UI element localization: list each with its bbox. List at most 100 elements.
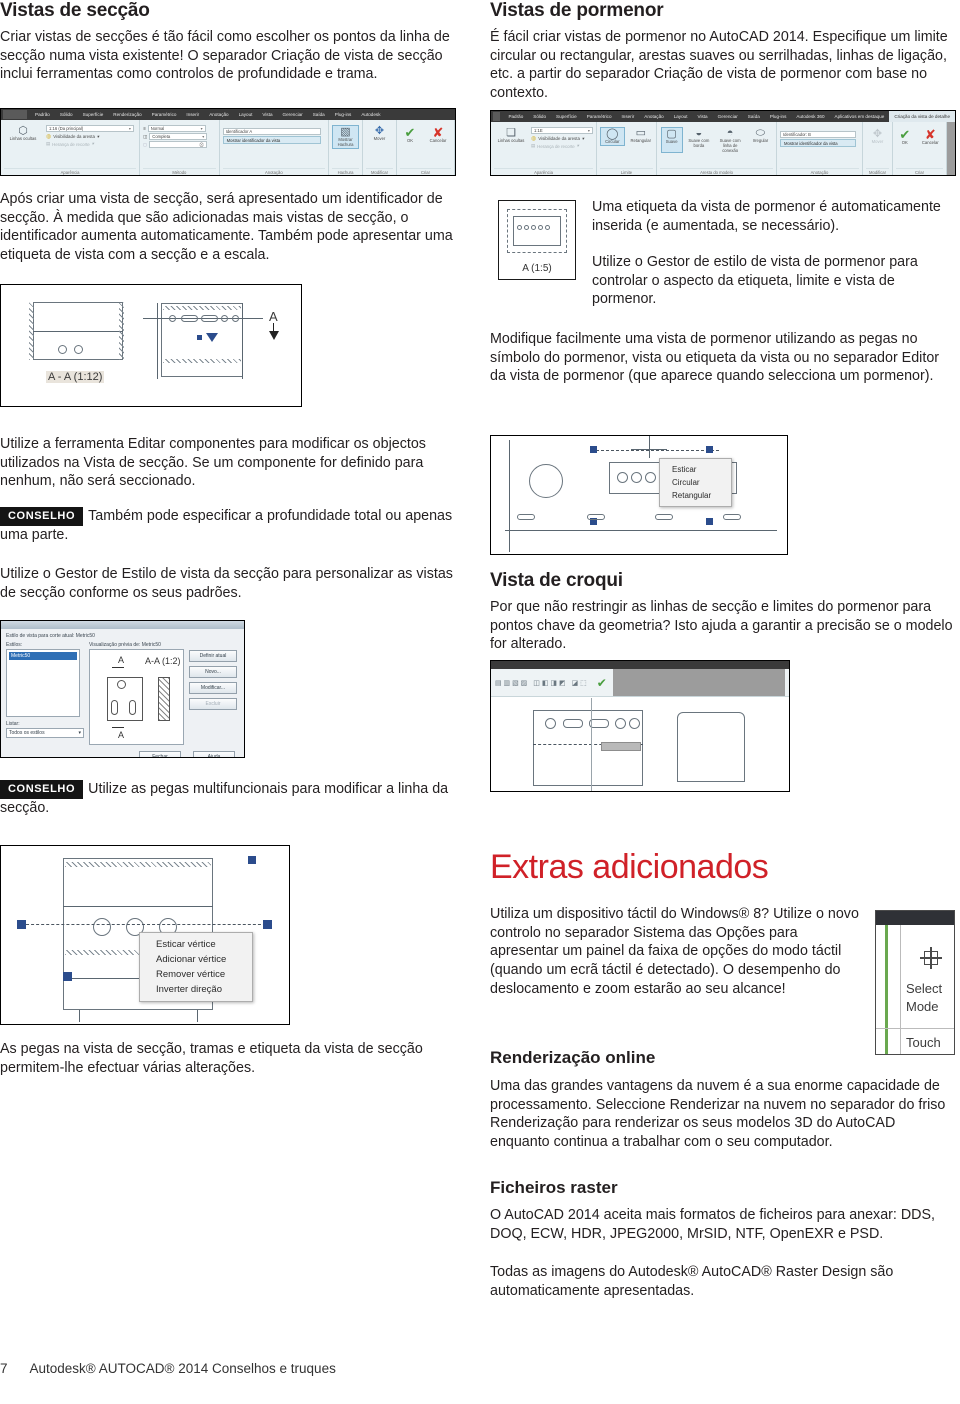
- detail-grip-1[interactable]: [590, 446, 597, 453]
- sketch-cad-area: [491, 698, 789, 791]
- ribbon-tab-3[interactable]: Renderização: [108, 112, 146, 117]
- list-filter-combo[interactable]: Todos os estilos ▾: [6, 728, 84, 738]
- context-menu-item-stretch-vertex[interactable]: Esticar vértice: [140, 937, 252, 952]
- ribbon-tab-4[interactable]: Paramétrico: [147, 112, 182, 117]
- detail-ribbon-tab-0[interactable]: Padrão: [503, 114, 528, 119]
- grip-top[interactable]: [248, 856, 256, 864]
- sketch-ribbon-icons-dimensional: ◫ ◧ ◨ ◩: [533, 679, 566, 687]
- new-button[interactable]: Novo...: [189, 666, 237, 678]
- ribbon-tab-5[interactable]: Inserir: [181, 112, 204, 117]
- section-letter-label: A: [269, 309, 278, 324]
- scale-combo[interactable]: 1:16 (Da principal) ▾: [46, 125, 134, 132]
- detail-ribbon-tab-6[interactable]: Layout: [669, 114, 693, 119]
- detail-ribbon-tab-8[interactable]: Gerenciar: [713, 114, 743, 119]
- detail-show-view-identifier-toggle[interactable]: Mostrar identificador da vista: [780, 139, 856, 147]
- ribbon-tab-11[interactable]: Plug-ins: [330, 112, 357, 117]
- detail-ribbon-tab-1[interactable]: Sólido: [528, 114, 551, 119]
- chevron-down-icon-d1: ▾: [587, 128, 590, 133]
- depth-value-icon: ◻: [143, 141, 147, 147]
- hatch-left: [29, 302, 34, 360]
- detail-grip-4[interactable]: [706, 518, 713, 525]
- detail-ribbon-tab-2[interactable]: Superfície: [551, 114, 582, 119]
- ribbon-tab-7[interactable]: Layout: [234, 112, 258, 117]
- ribbon-panel-method: ≡ Normal ▾ ◫ Completa ▾ ◻ ⛒ Método: [140, 120, 220, 175]
- ribbon-tab-1[interactable]: Sólido: [55, 112, 78, 117]
- detail-grip-2[interactable]: [706, 446, 713, 453]
- grip-left[interactable]: [17, 920, 26, 929]
- detail-ribbon-tab-3[interactable]: Paramétrico: [582, 114, 617, 119]
- detail-ribbon-tab-12[interactable]: Aplicativos em destaque: [830, 114, 890, 119]
- grips-context-menu[interactable]: Esticar vértice Adicionar vértice Remove…: [139, 932, 254, 1002]
- detail-ok-button[interactable]: ✔ OK: [896, 128, 914, 146]
- detail-ribbon-tab-5[interactable]: Anotação: [639, 114, 668, 119]
- ribbon-tab-12[interactable]: Autodesk: [356, 112, 385, 117]
- detail-identifier-input[interactable]: Identificador: B: [780, 131, 856, 138]
- edge-visibility-label[interactable]: Visibilidade da aresta: [53, 134, 95, 139]
- detail-ribbon-tab-strip[interactable]: Padrão Sólido Superfície Paramétrico Ins…: [491, 111, 955, 122]
- detail-views-paragraph-3: Utilize o Gestor de estilo de vista de p…: [592, 254, 918, 308]
- ribbon-tab-10[interactable]: Saída: [308, 112, 330, 117]
- irregular-edge-button[interactable]: ⬭ Irregular: [748, 127, 772, 153]
- preview-slot-1: [111, 700, 118, 715]
- tip-2: CONSELHO Utilize as pegas multifuncionais…: [0, 780, 462, 818]
- grip-right[interactable]: [263, 920, 272, 929]
- hidden-lines-button[interactable]: ⬡ Linhas ocultas: [4, 125, 42, 148]
- cancel-button[interactable]: ✘ Cancelar: [425, 126, 451, 144]
- smooth-connection-button[interactable]: ◓ Suave com linha de conexão: [715, 127, 745, 153]
- ribbon-tab-9[interactable]: Gerenciar: [278, 112, 308, 117]
- detail-panel-title-create: Criar: [896, 168, 943, 175]
- ribbon-tab-6[interactable]: Anotação: [204, 112, 233, 117]
- smooth-label: Suave: [665, 139, 678, 144]
- circular-boundary-button[interactable]: ◯ Circular: [600, 127, 625, 146]
- crosshair-box: [924, 951, 938, 965]
- grip-mid-1[interactable]: [63, 972, 72, 981]
- detail-ribbon-tab-10[interactable]: Plug-ins: [765, 114, 792, 119]
- ribbon-tab-2[interactable]: Superfície: [78, 112, 109, 117]
- detail-ribbon-tab-active[interactable]: Criação da vista de detalhe: [889, 111, 955, 122]
- detail-hole-b: [631, 472, 642, 483]
- chevron-down-icon-4: ▾: [200, 126, 203, 131]
- rectangular-boundary-button[interactable]: ▭ Retangular: [629, 127, 653, 146]
- ok-button[interactable]: ✔ OK: [400, 126, 420, 144]
- preview-slot-2: [129, 700, 136, 715]
- styles-listbox[interactable]: Metric50: [6, 649, 80, 717]
- smooth-border-button[interactable]: ◒ Suave com borda: [686, 127, 712, 153]
- grip-square[interactable]: [197, 335, 202, 340]
- style-item-metric50[interactable]: Metric50: [9, 652, 77, 660]
- detail-hidden-lines-button[interactable]: ❏ Linhas ocultas: [494, 127, 528, 150]
- detail-cancel-button[interactable]: ✘ Cancelar: [918, 128, 943, 146]
- method-normal-combo[interactable]: Normal ▾: [147, 125, 206, 132]
- method-depth-field[interactable]: ⛒: [148, 141, 207, 148]
- sketch-hole-1: [545, 718, 556, 729]
- identifier-input[interactable]: Identificador A: [222, 128, 321, 135]
- context-menu-item-reverse-direction[interactable]: Inverter direção: [140, 982, 252, 997]
- detail-edge-visibility-label[interactable]: Visibilidade da aresta: [538, 136, 580, 141]
- detail-scale-combo[interactable]: 1:1E ▾: [531, 127, 593, 134]
- close-dialog-button[interactable]: Fechar: [139, 751, 181, 757]
- smooth-edge-button[interactable]: ▢ Suave: [660, 127, 683, 154]
- move-button[interactable]: ✥ Mover: [366, 125, 393, 142]
- detail-panel-title-boundary: Limite: [600, 168, 653, 175]
- detail-context-menu[interactable]: Esticar Circular Retangular: [659, 458, 733, 507]
- detail-ribbon-tab-4[interactable]: Inserir: [617, 114, 640, 119]
- ribbon-tab-0[interactable]: Padrão: [30, 112, 55, 117]
- method-complete-combo[interactable]: Completa ▾: [149, 133, 208, 140]
- section-line-vertical-2: [242, 303, 243, 379]
- show-hatch-button[interactable]: ▧ Mostrar Hachura: [332, 125, 359, 149]
- detail-ribbon-tab-9[interactable]: Saída: [743, 114, 765, 119]
- context-menu-item-remove-vertex[interactable]: Remover vértice: [140, 967, 252, 982]
- detail-ribbon-tab-11[interactable]: Autodesk 360: [791, 114, 829, 119]
- detail-ribbon-tab-7[interactable]: Vista: [692, 114, 712, 119]
- detail-hole-3: [531, 225, 536, 230]
- ribbon-tab-8[interactable]: Vista: [257, 112, 277, 117]
- detail-scale-value: 1:1E: [534, 128, 543, 133]
- help-dialog-button[interactable]: Ajuda: [193, 751, 235, 757]
- show-view-identifier-toggle[interactable]: Mostrar identificador da vista: [222, 136, 321, 144]
- modify-button[interactable]: Modificar...: [189, 682, 237, 694]
- ribbon-tab-strip[interactable]: Padrão Sólido Superfície Renderização Pa…: [1, 109, 455, 120]
- set-current-button[interactable]: Definir atual: [189, 650, 237, 662]
- context-menu-item-circular[interactable]: Circular: [660, 476, 731, 489]
- context-menu-item-add-vertex[interactable]: Adicionar vértice: [140, 952, 252, 967]
- context-menu-item-rectangular[interactable]: Retangular: [660, 489, 731, 502]
- context-menu-item-stretch[interactable]: Esticar: [660, 463, 731, 476]
